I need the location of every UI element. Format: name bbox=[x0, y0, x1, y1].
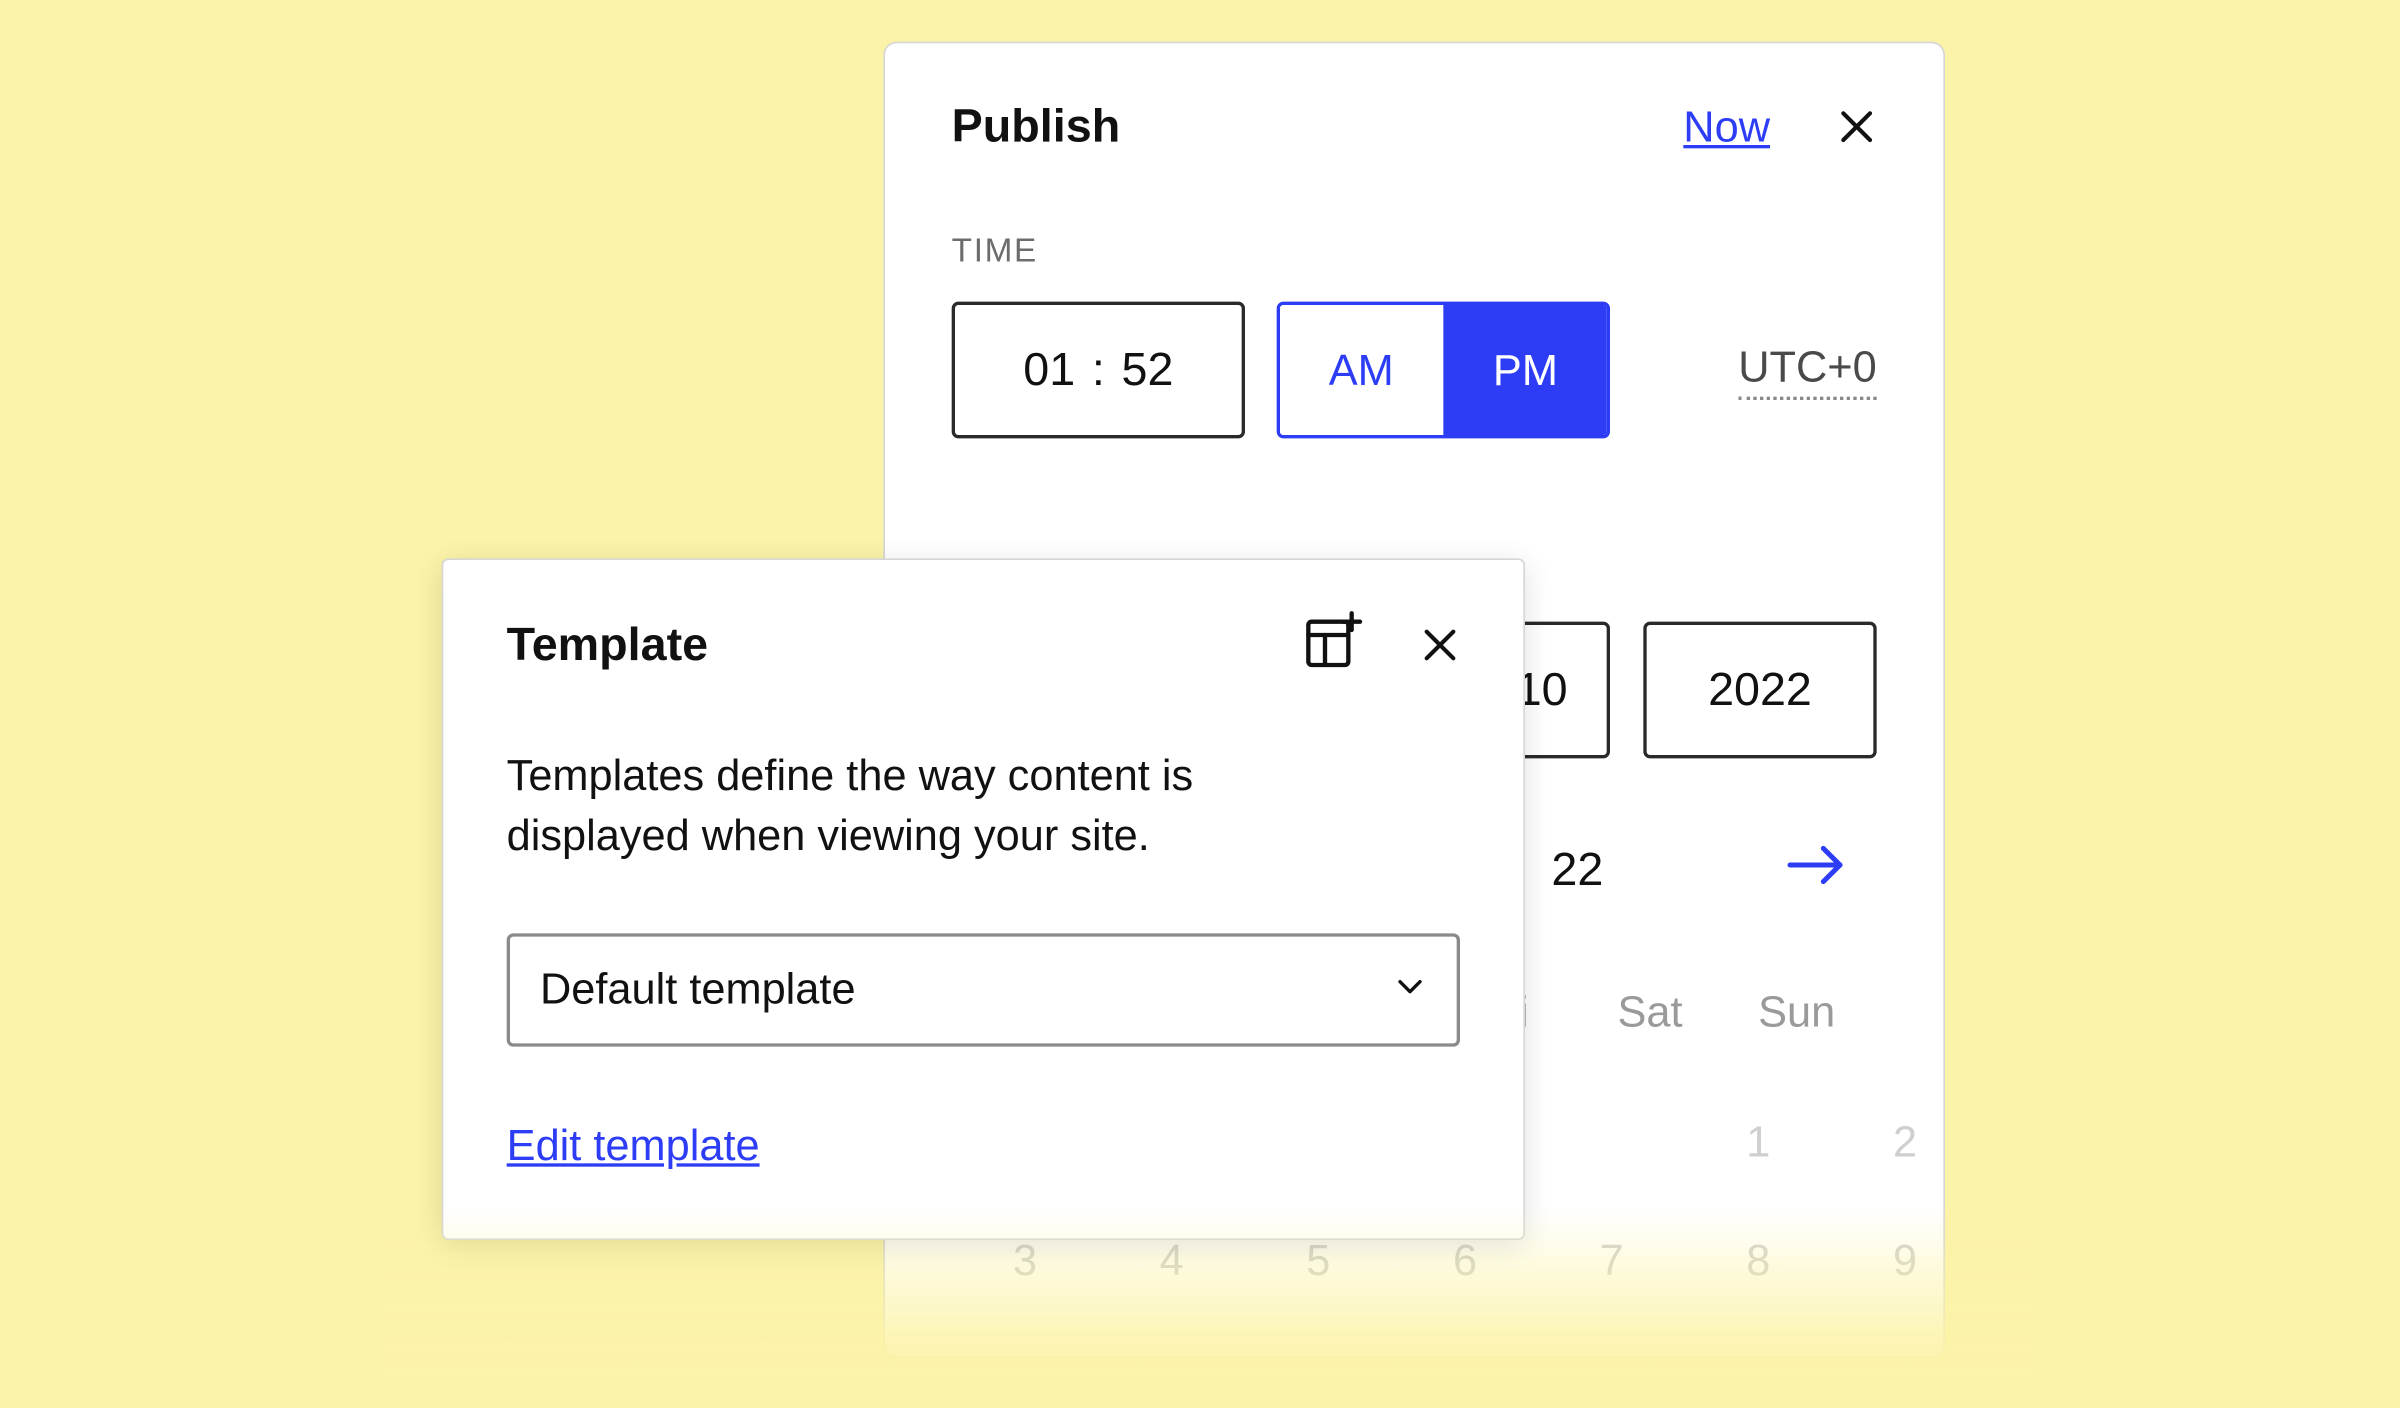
time-colon: : bbox=[1092, 343, 1105, 396]
year-input[interactable]: 2022 bbox=[1643, 622, 1876, 759]
calendar-row-2: 3 4 5 6 7 8 9 bbox=[952, 1235, 1877, 1287]
edit-template-link[interactable]: Edit template bbox=[507, 1120, 760, 1172]
time-section-label: TIME bbox=[952, 233, 1877, 271]
calendar-day[interactable]: 7 bbox=[1538, 1235, 1685, 1287]
hour-value: 01 bbox=[1023, 343, 1075, 396]
pm-option[interactable]: PM bbox=[1444, 305, 1607, 435]
publish-now-link[interactable]: Now bbox=[1683, 101, 1770, 153]
publish-title: Publish bbox=[952, 100, 1121, 153]
calendar-day[interactable]: 3 bbox=[952, 1235, 1099, 1287]
calendar-day[interactable]: 5 bbox=[1245, 1235, 1392, 1287]
chevron-down-icon bbox=[1393, 964, 1426, 1016]
day-header-sat: Sat bbox=[1577, 987, 1724, 1039]
day-header-sun: Sun bbox=[1723, 987, 1870, 1039]
template-select-value: Default template bbox=[540, 964, 856, 1016]
calendar-header-fragment: 22 bbox=[1551, 843, 1603, 896]
close-icon[interactable] bbox=[1420, 624, 1460, 664]
calendar-day[interactable]: 1 bbox=[1685, 1095, 1832, 1188]
template-title: Template bbox=[507, 618, 708, 671]
am-pm-toggle[interactable]: AM PM bbox=[1277, 302, 1610, 439]
new-template-icon[interactable] bbox=[1303, 610, 1363, 678]
minute-value: 52 bbox=[1121, 343, 1173, 396]
arrow-right-icon[interactable] bbox=[1787, 842, 1847, 897]
close-icon[interactable] bbox=[1837, 107, 1877, 147]
time-input[interactable]: 01 : 52 bbox=[952, 302, 1245, 439]
am-option[interactable]: AM bbox=[1280, 305, 1444, 435]
publish-header: Publish Now bbox=[952, 100, 1877, 153]
template-select[interactable]: Default template bbox=[507, 933, 1460, 1046]
timezone-label[interactable]: UTC+0 bbox=[1738, 341, 1876, 399]
calendar-day[interactable]: 9 bbox=[1832, 1235, 1979, 1287]
calendar-day[interactable]: 6 bbox=[1392, 1235, 1539, 1287]
calendar-day[interactable]: 4 bbox=[1098, 1235, 1245, 1287]
calendar-day[interactable]: 8 bbox=[1685, 1235, 1832, 1287]
template-description: Templates define the way content is disp… bbox=[507, 745, 1374, 866]
template-popover: Template Templates define the way conten… bbox=[442, 558, 1525, 1239]
calendar-day[interactable]: 2 bbox=[1832, 1095, 1979, 1188]
